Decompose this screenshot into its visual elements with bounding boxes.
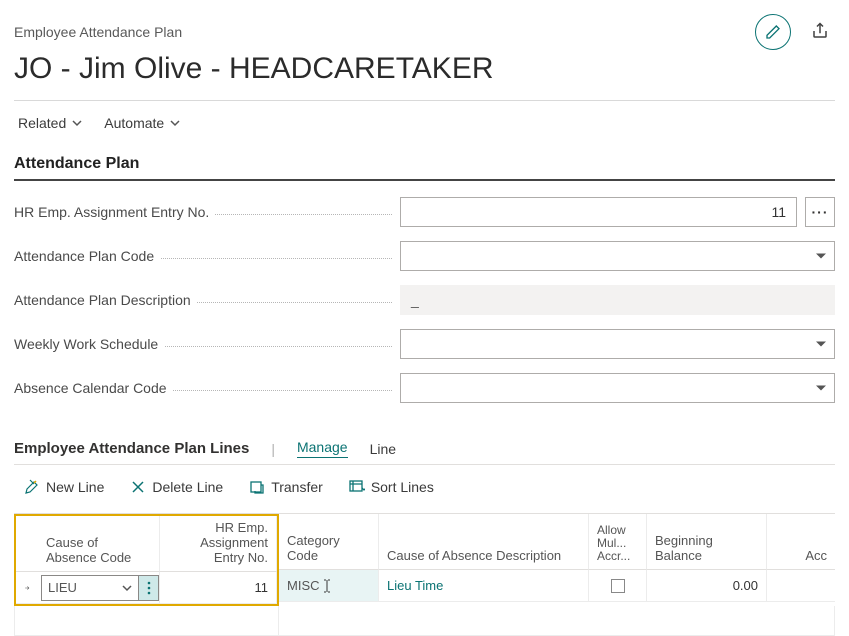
col-acc-label: Acc xyxy=(805,548,827,563)
label-plan-desc: Attendance Plan Description xyxy=(14,292,392,308)
cause-code-input[interactable]: LIEU xyxy=(41,575,139,601)
share-icon xyxy=(811,22,829,40)
transfer-button[interactable]: Transfer xyxy=(249,479,323,495)
chevron-down-icon xyxy=(122,583,132,593)
label-weekly: Weekly Work Schedule xyxy=(14,336,392,352)
row-indicator[interactable] xyxy=(16,572,38,604)
col-hr-entry[interactable]: HR Emp. Assignment Entry No. xyxy=(160,516,277,572)
new-line-button[interactable]: New Line xyxy=(24,479,104,495)
cell-acc[interactable] xyxy=(767,570,835,602)
cell-allow-mul[interactable] xyxy=(589,570,647,602)
cell-begin-bal[interactable]: 0.00 xyxy=(647,570,767,602)
col-acc[interactable]: Acc xyxy=(767,514,835,570)
col-hr-entry-label: HR Emp. Assignment Entry No. xyxy=(168,520,268,565)
menu-related[interactable]: Related xyxy=(18,115,82,131)
text-cursor-icon xyxy=(322,579,332,593)
chevron-down-icon xyxy=(72,118,82,128)
col-cause-desc-label: Cause of Absence Description xyxy=(387,548,561,563)
sort-lines-icon xyxy=(349,479,365,495)
field-plan-desc-value: _ xyxy=(411,292,419,308)
lines-title: Employee Attendance Plan Lines xyxy=(14,440,249,457)
divider xyxy=(14,100,835,101)
label-plan-code: Attendance Plan Code xyxy=(14,248,392,264)
new-line-label: New Line xyxy=(46,479,104,495)
menu-automate-label: Automate xyxy=(104,115,164,131)
menu-automate[interactable]: Automate xyxy=(104,115,180,131)
delete-line-label: Delete Line xyxy=(152,479,223,495)
delete-line-button[interactable]: Delete Line xyxy=(130,479,223,495)
field-plan-code[interactable] xyxy=(400,241,835,271)
col-category-label: Category Code xyxy=(287,533,370,563)
section-title-attendance: Attendance Plan xyxy=(14,155,835,173)
row-selector-header xyxy=(16,516,38,572)
cell-category[interactable]: MISC xyxy=(279,570,379,602)
cause-code-more[interactable] xyxy=(139,575,159,601)
arrow-right-icon xyxy=(24,581,30,595)
hr-entry-more-button[interactable]: ··· xyxy=(805,197,835,227)
menu-related-label: Related xyxy=(18,115,66,131)
cause-code-value: LIEU xyxy=(48,580,77,595)
edit-button[interactable] xyxy=(755,14,791,50)
field-hr-entry-no[interactable]: 11 xyxy=(400,197,797,227)
share-button[interactable] xyxy=(811,22,829,43)
tab-manage[interactable]: Manage xyxy=(297,439,348,458)
sort-lines-button[interactable]: Sort Lines xyxy=(349,479,434,495)
pencil-icon xyxy=(765,24,781,40)
transfer-label: Transfer xyxy=(271,479,323,495)
transfer-icon xyxy=(249,479,265,495)
lines-divider xyxy=(14,464,835,465)
more-vertical-icon xyxy=(147,581,151,595)
cell-cause-desc[interactable]: Lieu Time xyxy=(379,570,589,602)
section-divider xyxy=(14,179,835,181)
field-plan-desc: _ xyxy=(400,285,835,315)
col-cause-desc[interactable]: Cause of Absence Description xyxy=(379,514,589,570)
empty-row xyxy=(279,606,835,636)
new-line-icon xyxy=(24,479,40,495)
tab-line[interactable]: Line xyxy=(370,441,396,457)
separator: | xyxy=(271,441,275,457)
label-hr-entry-no: HR Emp. Assignment Entry No. xyxy=(14,204,392,220)
col-allow-mul[interactable]: Allow Mul... Accr... xyxy=(589,514,647,570)
col-allow-mul-label: Allow Mul... Accr... xyxy=(597,524,638,563)
chevron-down-icon xyxy=(170,118,180,128)
label-absence-cal: Absence Calendar Code xyxy=(14,380,392,396)
field-weekly[interactable] xyxy=(400,329,835,359)
col-begin-bal[interactable]: Beginning Balance xyxy=(647,514,767,570)
checkbox-icon xyxy=(611,579,625,593)
col-category[interactable]: Category Code xyxy=(279,514,379,570)
cell-hr-entry[interactable]: 11 xyxy=(160,572,277,604)
cell-begin-bal-value: 0.00 xyxy=(733,578,758,593)
cell-category-value: MISC xyxy=(287,578,320,593)
sort-lines-label: Sort Lines xyxy=(371,479,434,495)
cell-cause-desc-value: Lieu Time xyxy=(387,578,443,593)
field-absence-cal[interactable] xyxy=(400,373,835,403)
page-title: JO - Jim Olive - HEADCARETAKER xyxy=(14,52,835,86)
breadcrumb: Employee Attendance Plan xyxy=(14,24,182,40)
col-begin-bal-label: Beginning Balance xyxy=(655,533,758,563)
delete-line-icon xyxy=(130,479,146,495)
col-cause-code-label: Cause of Absence Code xyxy=(46,535,151,565)
field-hr-entry-no-value: 11 xyxy=(771,204,786,220)
col-cause-code[interactable]: Cause of Absence Code xyxy=(38,516,160,572)
empty-row-selected xyxy=(14,606,279,636)
cell-hr-entry-value: 11 xyxy=(255,580,269,595)
